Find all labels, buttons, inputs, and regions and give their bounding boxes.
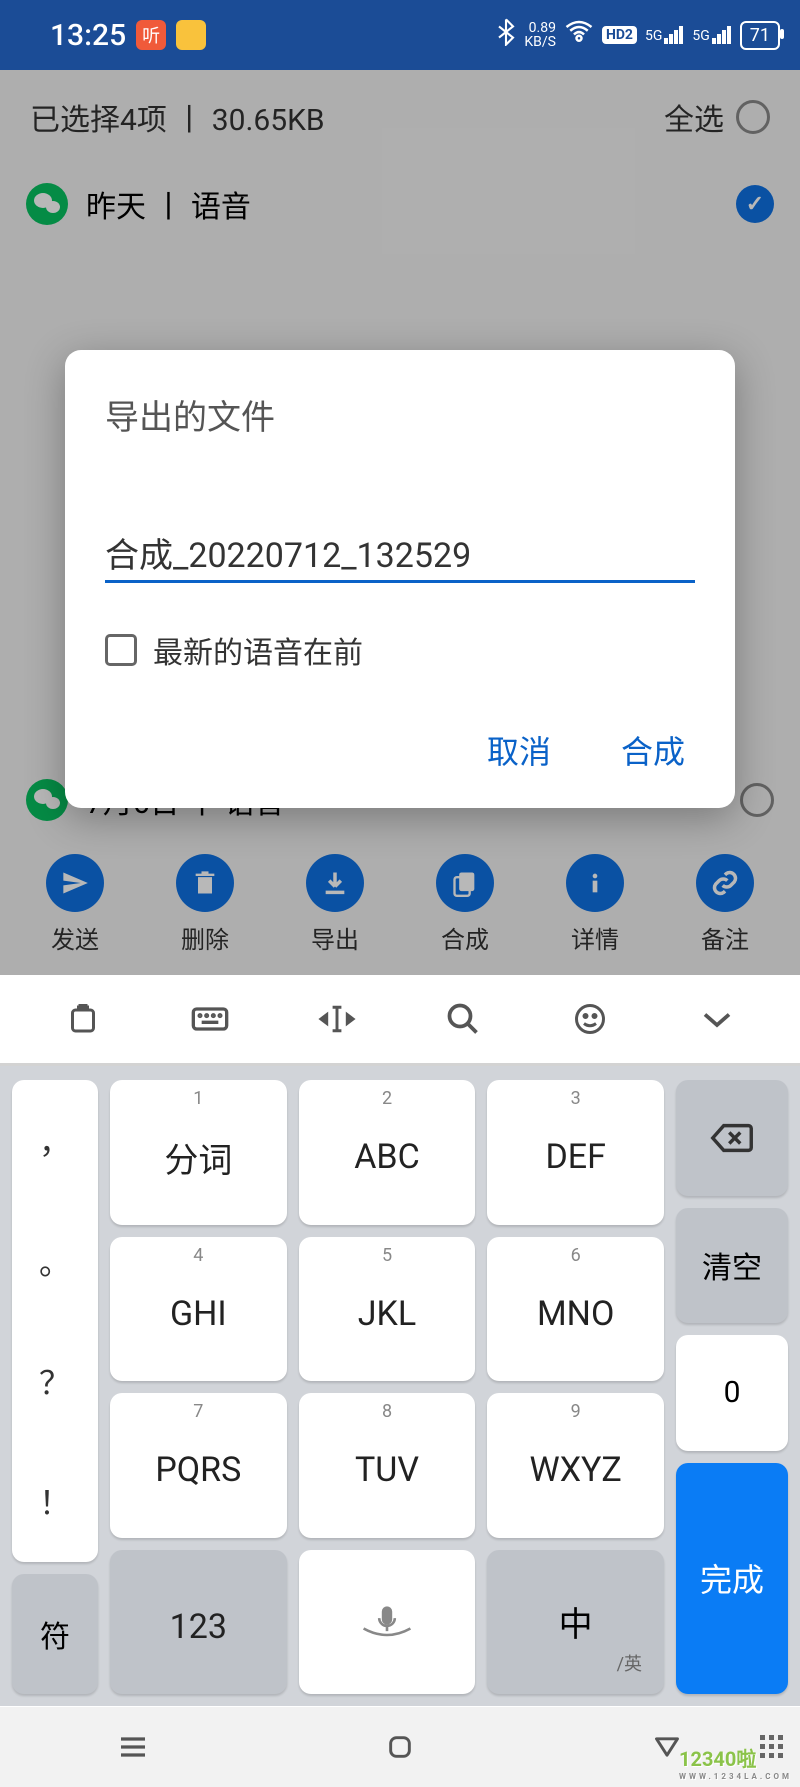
key-exclaim[interactable]: ！ xyxy=(12,1441,98,1561)
key-backspace[interactable] xyxy=(676,1080,788,1196)
cursor-icon[interactable] xyxy=(314,996,360,1042)
key-period[interactable]: 。 xyxy=(12,1200,98,1320)
key-comma[interactable]: ， xyxy=(12,1080,98,1200)
signal-2: 5G xyxy=(692,26,731,44)
key-7-pqrs[interactable]: 7PQRS xyxy=(110,1393,287,1538)
dialog-title: 导出的文件 xyxy=(105,390,695,439)
key-9-wxyz[interactable]: 9WXYZ xyxy=(487,1393,664,1538)
status-time: 13:25 xyxy=(50,18,126,53)
key-voice[interactable] xyxy=(299,1550,476,1695)
nav-menu-icon[interactable] xyxy=(115,1729,151,1765)
option-checkbox[interactable] xyxy=(105,634,137,666)
key-zero[interactable]: 0 xyxy=(676,1335,788,1451)
status-left: 13:25 听 xyxy=(20,18,206,53)
punct-column: ， 。 ？ ！ xyxy=(12,1080,98,1562)
key-language[interactable]: 中 /英 xyxy=(487,1550,664,1695)
nav-home-icon[interactable] xyxy=(382,1729,418,1765)
key-3-def[interactable]: 3DEF xyxy=(487,1080,664,1225)
key-8-tuv[interactable]: 8TUV xyxy=(299,1393,476,1538)
bluetooth-icon xyxy=(496,18,516,52)
app-badge-icon xyxy=(176,20,206,50)
key-done[interactable]: 完成 xyxy=(676,1463,788,1694)
clipboard-icon[interactable] xyxy=(60,996,106,1042)
confirm-button[interactable]: 合成 xyxy=(621,727,685,773)
status-bar: 13:25 听 0.89 KB/S HD2 5G 5G 71 xyxy=(0,0,800,70)
keyboard-icon[interactable] xyxy=(187,996,233,1042)
wifi-icon xyxy=(564,20,594,50)
cancel-button[interactable]: 取消 xyxy=(487,727,551,773)
net-speed: 0.89 KB/S xyxy=(524,21,556,49)
filename-input[interactable] xyxy=(105,524,695,583)
key-5-jkl[interactable]: 5JKL xyxy=(299,1237,476,1382)
battery: 71 xyxy=(740,21,780,50)
hd-badge: HD2 xyxy=(602,26,637,44)
keyboard: ， 。 ？ ！ 符 1分词 2ABC 3DEF 4GHI 5JKL 6MNO 7… xyxy=(0,975,800,1707)
key-question[interactable]: ？ xyxy=(12,1321,98,1441)
search-icon[interactable] xyxy=(440,996,486,1042)
export-dialog: 导出的文件 最新的语音在前 取消 合成 xyxy=(65,350,735,808)
emoji-icon[interactable] xyxy=(567,996,613,1042)
app-badge-icon: 听 xyxy=(136,20,166,50)
main-area: 已选择4项 丨 30.65KB 全选 昨天 丨 语音 7月6日 丨 语音 发送 … xyxy=(0,70,800,975)
key-1-fenci[interactable]: 1分词 xyxy=(110,1080,287,1225)
watermark: 12340啦 WWW.1234LA.COM xyxy=(679,1743,792,1781)
sort-option[interactable]: 最新的语音在前 xyxy=(105,628,695,672)
key-4-ghi[interactable]: 4GHI xyxy=(110,1237,287,1382)
key-2-abc[interactable]: 2ABC xyxy=(299,1080,476,1225)
key-symbol[interactable]: 符 xyxy=(12,1574,98,1694)
collapse-icon[interactable] xyxy=(694,996,740,1042)
key-clear[interactable]: 清空 xyxy=(676,1208,788,1324)
keyboard-toolbar xyxy=(0,975,800,1063)
key-123[interactable]: 123 xyxy=(110,1550,287,1695)
signal-1: 5G xyxy=(645,26,684,44)
status-right: 0.89 KB/S HD2 5G 5G 71 xyxy=(496,18,780,52)
key-6-mno[interactable]: 6MNO xyxy=(487,1237,664,1382)
